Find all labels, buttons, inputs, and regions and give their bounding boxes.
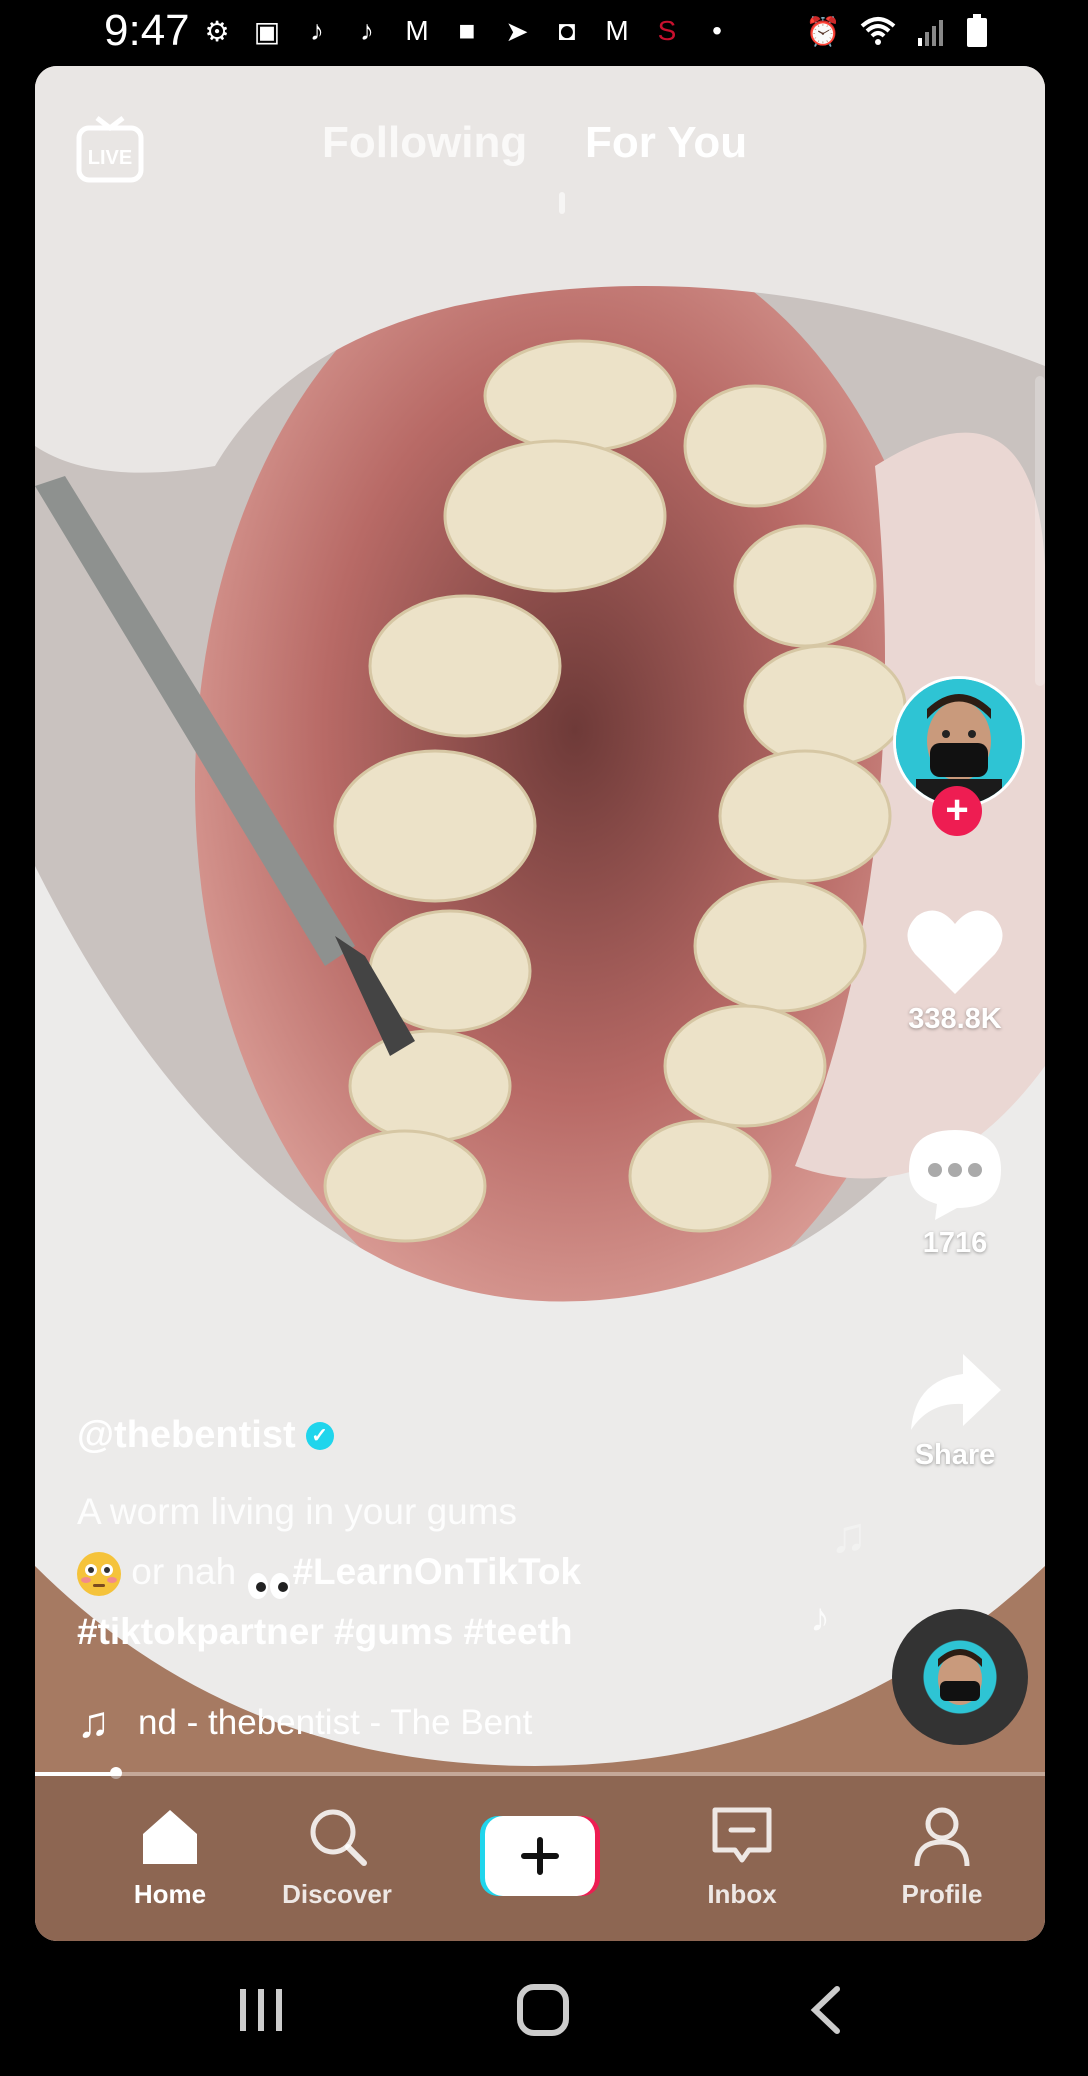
nav-discover-label: Discover bbox=[282, 1879, 392, 1909]
battery-icon bbox=[967, 14, 987, 47]
comment-icon bbox=[909, 1130, 1001, 1220]
share-button[interactable]: Share bbox=[890, 1350, 1020, 1472]
like-button[interactable]: 338.8K bbox=[890, 906, 1020, 1036]
heart-icon bbox=[907, 910, 1003, 994]
search-icon bbox=[310, 1809, 367, 1866]
caption-or-nah: or nah bbox=[121, 1551, 247, 1592]
settings-icon: ⚙ bbox=[204, 15, 230, 47]
tab-following[interactable]: Following bbox=[322, 118, 527, 168]
create-button[interactable] bbox=[480, 1816, 600, 1896]
system-status-icons: ⏰ bbox=[806, 14, 988, 48]
creator-username[interactable]: @thebentist ✓ bbox=[77, 1414, 334, 1457]
scroll-indicator bbox=[1035, 376, 1045, 686]
music-note-icon: ♫ bbox=[830, 1507, 868, 1563]
system-nav-bar bbox=[0, 1941, 1088, 2076]
sound-disc[interactable] bbox=[892, 1609, 1028, 1745]
svg-text:LIVE: LIVE bbox=[88, 147, 132, 169]
status-time: 9:47 bbox=[104, 6, 190, 55]
comment-button[interactable]: 1716 bbox=[890, 1126, 1020, 1260]
follow-button[interactable]: + bbox=[932, 786, 982, 836]
nav-home[interactable]: Home bbox=[90, 1804, 250, 1910]
bottom-nav: Home Discover Inbox Profile bbox=[35, 1776, 1045, 1941]
like-count: 338.8K bbox=[908, 1003, 1002, 1035]
signal-icon bbox=[918, 20, 943, 46]
tab-separator bbox=[559, 192, 565, 214]
nav-home-label: Home bbox=[133, 1879, 207, 1909]
wifi-icon bbox=[860, 17, 896, 45]
app-icon: ■ bbox=[458, 15, 476, 46]
sound-title: nd - thebentist - The Bent bbox=[138, 1703, 533, 1742]
stanford-icon: S bbox=[657, 15, 677, 46]
nav-profile[interactable]: Profile bbox=[862, 1804, 1022, 1910]
hashtag-learnontiktok[interactable]: #LearnOnTikTok bbox=[292, 1551, 581, 1592]
tiktok-notification-icon: ♪ bbox=[310, 15, 324, 46]
live-icon[interactable]: LIVE bbox=[75, 114, 145, 184]
sound-row[interactable]: ♫ nd - thebentist - The Bent bbox=[77, 1698, 578, 1748]
notification-app-icon: ▣ bbox=[253, 15, 281, 47]
delivery-icon: ➤ bbox=[505, 15, 529, 47]
tiktok-notification-icon-2: ♪ bbox=[360, 15, 374, 46]
notification-icons: ⚙ ▣ ♪ ♪ M ■ ➤ ◘ M S • bbox=[200, 14, 734, 48]
more-dot-icon: • bbox=[712, 15, 722, 46]
share-label: Share bbox=[914, 1439, 996, 1471]
verified-badge-icon: ✓ bbox=[305, 1421, 334, 1450]
back-icon[interactable] bbox=[805, 1985, 845, 2035]
music-note-icon-2: ♪ bbox=[810, 1596, 830, 1640]
flushed-face-emoji-icon bbox=[77, 1552, 121, 1597]
music-note-icon-small: ♫ bbox=[77, 1698, 110, 1747]
hashtags[interactable]: #tiktokpartner #gums #teeth bbox=[77, 1611, 573, 1652]
caption-text: A worm living in your gums bbox=[77, 1491, 518, 1532]
tab-for-you[interactable]: For You bbox=[585, 118, 747, 168]
sound-disc-avatar bbox=[938, 1649, 982, 1705]
gmail-icon-2: M bbox=[605, 15, 629, 46]
recent-apps-icon[interactable] bbox=[236, 1985, 286, 2035]
nav-inbox-label: Inbox bbox=[707, 1879, 777, 1909]
video-caption[interactable]: A worm living in your gums or nah #Learn… bbox=[77, 1482, 677, 1662]
comment-count: 1716 bbox=[922, 1227, 988, 1259]
gmail-icon: M bbox=[405, 15, 429, 46]
nav-discover[interactable]: Discover bbox=[257, 1804, 417, 1910]
profile-icon bbox=[914, 1807, 970, 1867]
nav-inbox[interactable]: Inbox bbox=[662, 1804, 822, 1910]
share-icon bbox=[911, 1354, 1001, 1430]
video-feed[interactable]: LIVE Following For You + 338.8K 1716 Sha… bbox=[35, 66, 1045, 1941]
eyes-emoji-icon bbox=[246, 1559, 292, 1600]
home-icon bbox=[143, 1810, 197, 1864]
inbox-icon bbox=[712, 1807, 772, 1863]
username-text: @thebentist bbox=[77, 1414, 296, 1456]
status-bar: 9:47 ⚙ ▣ ♪ ♪ M ■ ➤ ◘ M S • ⏰ bbox=[0, 0, 1088, 66]
nav-profile-label: Profile bbox=[901, 1879, 983, 1909]
home-system-icon[interactable] bbox=[516, 1983, 570, 2037]
alarm-icon: ⏰ bbox=[805, 15, 841, 47]
clock-app-icon: ◘ bbox=[558, 15, 576, 46]
